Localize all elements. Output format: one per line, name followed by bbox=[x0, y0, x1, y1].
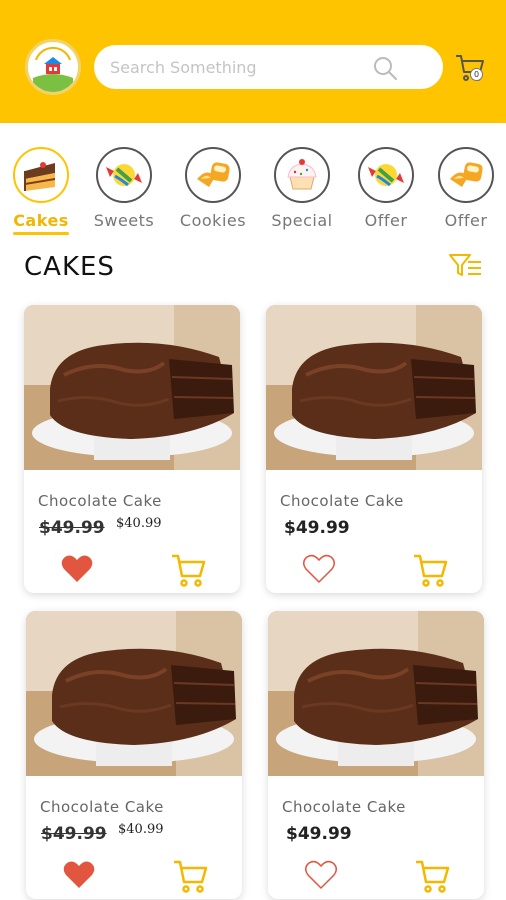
logo[interactable] bbox=[25, 39, 81, 95]
category-special[interactable]: Special bbox=[262, 147, 342, 230]
product-card[interactable]: Chocolate Cake $49.99 $40.99 bbox=[24, 305, 240, 593]
category-offer-2[interactable]: Offer bbox=[426, 147, 506, 230]
heart-outline-icon[interactable] bbox=[304, 858, 338, 892]
product-image[interactable] bbox=[26, 611, 242, 776]
app-header: 0 bbox=[0, 0, 506, 123]
product-card[interactable]: Chocolate Cake $49.99 bbox=[266, 305, 482, 593]
sale-price: $40.99 bbox=[116, 516, 162, 531]
price: $49.99 bbox=[286, 824, 352, 844]
search-input[interactable] bbox=[110, 45, 370, 89]
category-label: Cookies bbox=[179, 211, 247, 230]
cookies-icon bbox=[438, 147, 494, 203]
product-card[interactable]: Chocolate Cake $49.99 bbox=[268, 611, 484, 899]
candy-icon bbox=[358, 147, 414, 203]
old-price: $49.99 bbox=[39, 518, 105, 538]
product-image[interactable] bbox=[268, 611, 484, 776]
category-sweets[interactable]: Sweets bbox=[84, 147, 164, 230]
product-image[interactable] bbox=[24, 305, 240, 470]
candy-icon bbox=[96, 147, 152, 203]
add-to-cart-icon[interactable] bbox=[412, 552, 448, 588]
search-icon[interactable] bbox=[372, 55, 398, 81]
category-label: Sweets bbox=[93, 211, 155, 230]
product-name: Chocolate Cake bbox=[280, 492, 404, 510]
add-to-cart-icon[interactable] bbox=[414, 858, 450, 894]
price: $49.99 bbox=[284, 518, 350, 538]
heart-filled-icon[interactable] bbox=[62, 858, 96, 892]
add-to-cart-icon[interactable] bbox=[172, 858, 208, 894]
category-cookies[interactable]: Cookies bbox=[173, 147, 253, 230]
cookies-icon bbox=[185, 147, 241, 203]
add-to-cart-icon[interactable] bbox=[170, 552, 206, 588]
product-name: Chocolate Cake bbox=[38, 492, 162, 510]
product-name: Chocolate Cake bbox=[40, 798, 164, 816]
product-name: Chocolate Cake bbox=[282, 798, 406, 816]
cart-count-badge: 0 bbox=[470, 68, 483, 81]
old-price: $49.99 bbox=[41, 824, 107, 844]
category-label: Special bbox=[271, 211, 333, 230]
filter-icon[interactable] bbox=[448, 253, 482, 279]
product-image[interactable] bbox=[266, 305, 482, 470]
product-card[interactable]: Chocolate Cake $49.99 $40.99 bbox=[26, 611, 242, 899]
cake-slice-icon bbox=[13, 147, 69, 203]
category-cakes[interactable]: Cakes bbox=[1, 147, 81, 235]
sale-price: $40.99 bbox=[118, 822, 164, 837]
heart-filled-icon[interactable] bbox=[60, 552, 94, 586]
category-label: Offer bbox=[444, 211, 488, 230]
category-label: Cakes bbox=[13, 211, 69, 230]
active-indicator bbox=[13, 232, 69, 235]
category-offer[interactable]: Offer bbox=[346, 147, 426, 230]
section-title: CAKES bbox=[24, 252, 115, 282]
heart-outline-icon[interactable] bbox=[302, 552, 336, 586]
category-label: Offer bbox=[364, 211, 408, 230]
cupcake-icon bbox=[274, 147, 330, 203]
